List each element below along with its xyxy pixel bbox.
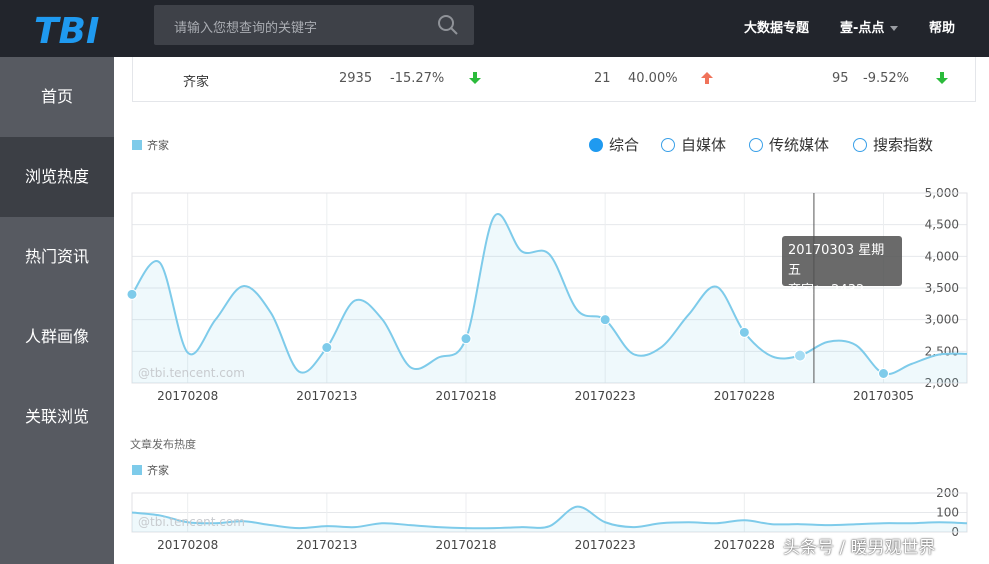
- x-tick-label: 20170208: [157, 389, 218, 403]
- y-tick-label: 4,000: [925, 249, 959, 263]
- data-point: [738, 326, 750, 338]
- legend-label: 齐家: [147, 464, 169, 477]
- x-tick-label: 20170228: [714, 538, 775, 552]
- x-tick-label: 20170305: [853, 389, 914, 403]
- hover-point: [794, 349, 806, 362]
- chart-legend-2[interactable]: 齐家: [132, 462, 169, 478]
- data-point: [321, 342, 333, 354]
- x-tick-label: 20170218: [435, 538, 496, 552]
- y-tick-label: 3,000: [925, 313, 959, 327]
- x-tick-label: 20170208: [157, 538, 218, 552]
- tooltip-value: 2432: [831, 283, 865, 298]
- data-point: [126, 288, 138, 300]
- tooltip-value-line: 齐家： 2432: [788, 281, 896, 301]
- section-title-article-heat: 文章发布热度: [130, 438, 196, 451]
- source-watermark: 头条号 / 暖男观世界: [783, 538, 936, 558]
- series-area: [132, 506, 967, 532]
- x-tick-label: 20170218: [435, 389, 496, 403]
- y-tick-label: 3,500: [925, 281, 959, 295]
- data-point: [460, 333, 472, 345]
- chart-watermark: @tbi.tencent.com: [138, 515, 245, 529]
- x-tick-label: 20170213: [296, 538, 357, 552]
- x-tick-label: 20170228: [714, 389, 775, 403]
- data-point: [599, 314, 611, 326]
- x-tick-label: 20170223: [575, 538, 636, 552]
- tooltip-date: 20170303 星期五: [788, 243, 885, 278]
- chart-watermark: @tbi.tencent.com: [138, 366, 245, 380]
- legend-swatch: [132, 465, 142, 475]
- y-tick-label: 4,500: [925, 218, 959, 232]
- x-tick-label: 20170213: [296, 389, 357, 403]
- tooltip-label: 齐家：: [788, 283, 828, 298]
- data-point: [878, 368, 889, 379]
- y-tick-label: 100: [936, 506, 959, 520]
- x-tick-label: 20170223: [575, 389, 636, 403]
- chart-tooltip: 20170303 星期五 齐家： 2432: [782, 236, 902, 298]
